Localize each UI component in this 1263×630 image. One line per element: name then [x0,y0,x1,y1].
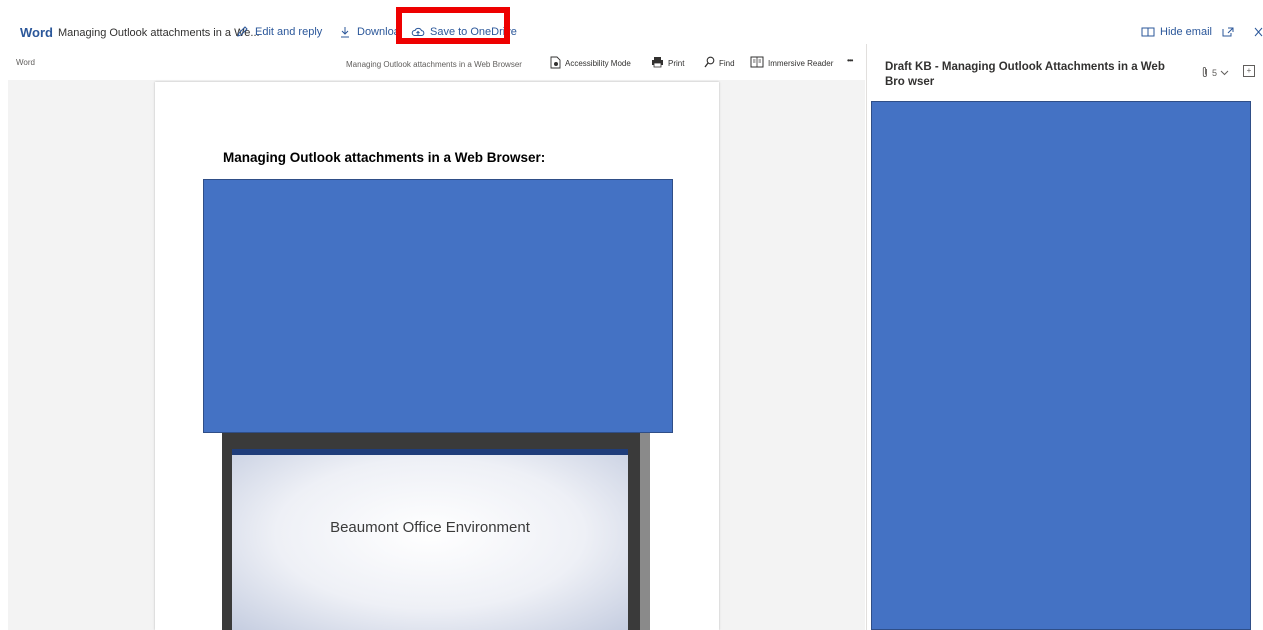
attachment-count: 5 [1212,68,1218,78]
hide-email-button[interactable]: Hide email [1141,26,1212,38]
hide-email-icon [1141,26,1155,38]
app-name: Word [20,25,53,40]
pop-out-icon [1221,26,1235,38]
hide-email-label: Hide email [1160,26,1212,38]
slide-title: Beaumont Office Environment [330,519,530,536]
document-heading: Managing Outlook attachments in a Web Br… [223,150,546,165]
download-icon [338,26,352,38]
print-button[interactable]: Print [651,56,684,70]
redacted-email-body [871,101,1251,630]
highlight-annotation [396,7,510,44]
document-page: Managing Outlook attachments in a Web Br… [155,82,719,630]
viewer-document-name: Managing Outlook attachments in a Web Br… [346,60,522,69]
email-reading-pane: Draft KB - Managing Outlook Attachments … [866,44,1263,630]
more-options-icon: ••• [847,56,853,65]
edit-and-reply-label: Edit and reply [255,26,323,38]
close-button[interactable] [1254,26,1263,38]
find-button[interactable]: Find [704,56,735,70]
pop-out-button[interactable] [1221,26,1240,38]
document-title: Managing Outlook attachments in a We... [58,27,260,39]
expand-icon[interactable]: + [1243,65,1255,77]
accessibility-icon [550,56,561,71]
paperclip-icon [1201,66,1209,80]
email-subject: Draft KB - Managing Outlook Attachments … [885,61,1165,88]
close-icon [1254,26,1263,38]
download-button[interactable]: Downloa [338,26,400,38]
pencil-icon [236,26,250,38]
accessibility-mode-button[interactable]: Accessibility Mode [550,56,631,71]
edit-and-reply-button[interactable]: Edit and reply [236,26,322,38]
chevron-down-icon [1220,68,1229,78]
find-label: Find [719,58,735,68]
immersive-reader-label: Immersive Reader [768,59,834,68]
printer-icon [651,56,664,70]
viewer-app-label: Word [16,58,35,67]
screenshot-scrollbar [640,433,650,630]
presentation-slide: Beaumont Office Environment [232,449,628,630]
search-icon [704,56,715,70]
immersive-reader-button[interactable]: Immersive Reader [750,56,833,71]
viewer-toolbar: Word Managing Outlook attachments in a W… [8,44,865,80]
document-viewer: Word Managing Outlook attachments in a W… [8,44,865,630]
print-label: Print [668,58,685,68]
accessibility-mode-label: Accessibility Mode [565,59,631,68]
embedded-screenshot: Beaumont Office Environment [222,433,650,630]
attachments-dropdown[interactable]: 5 [1201,66,1229,80]
immersive-reader-icon [750,56,764,71]
redacted-image-block [203,179,673,433]
more-options-button[interactable]: ••• [847,56,853,65]
top-command-bar: Word Managing Outlook attachments in a W… [0,0,1263,44]
download-label: Downloa [357,26,400,38]
